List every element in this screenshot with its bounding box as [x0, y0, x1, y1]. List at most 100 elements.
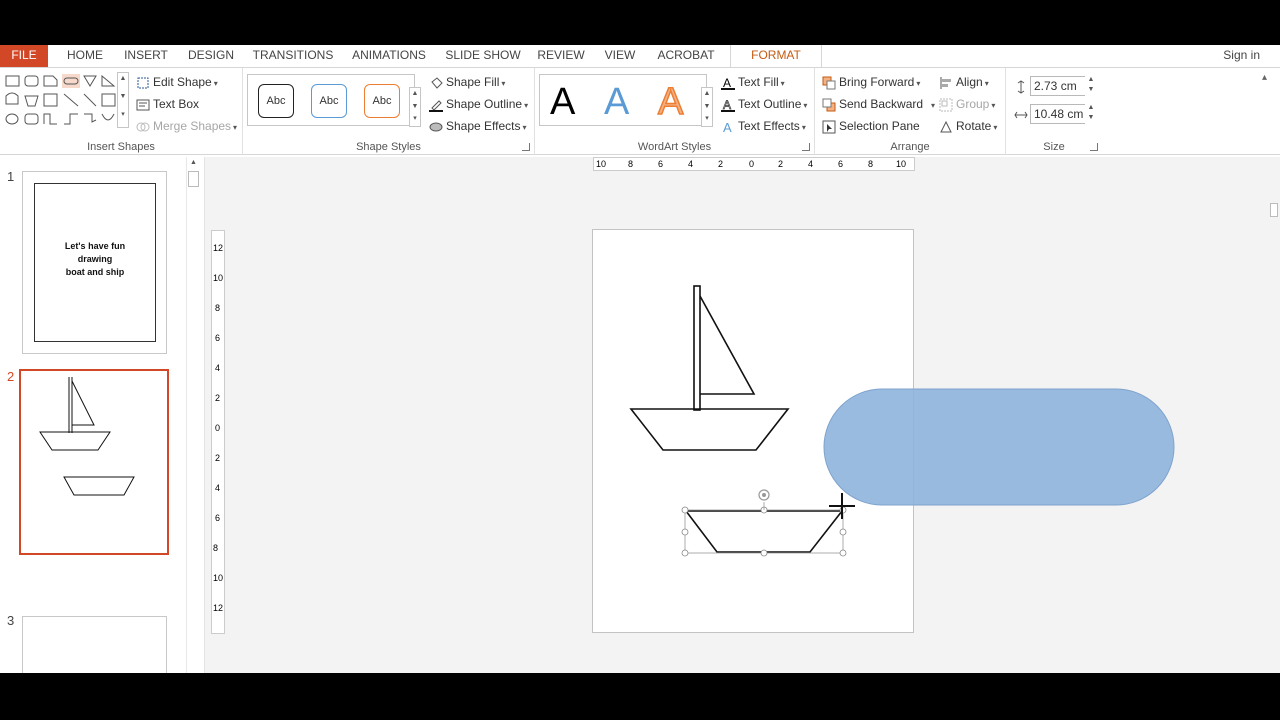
svg-text:A: A [723, 76, 731, 90]
shape-style-black[interactable]: Abc [258, 84, 294, 118]
rotate-icon [939, 120, 953, 134]
wordart-gallery[interactable]: A A A [539, 74, 707, 126]
text-outline-icon: A [721, 97, 735, 112]
tab-transitions[interactable]: TRANSITIONS [252, 45, 334, 67]
send-backward-button[interactable]: Send Backward ▾ [822, 94, 935, 114]
shape-fill-label: Shape Fill [446, 75, 500, 89]
height-icon [1014, 80, 1028, 94]
group-label: Group [956, 97, 990, 111]
paint-bucket-icon [429, 76, 443, 90]
text-fill-icon: A [721, 76, 735, 90]
slide-number: 3 [7, 613, 15, 628]
edit-shape-label: Edit Shape [153, 75, 212, 89]
ruler-tick: 2 [215, 393, 221, 403]
tab-acrobat[interactable]: ACROBAT [655, 45, 717, 67]
ruler-tick: 10 [213, 573, 224, 583]
selection-pane-button[interactable]: Selection Pane [822, 116, 920, 136]
shape-effects-label: Shape Effects [446, 119, 521, 133]
group-button[interactable]: Group ▾ [939, 94, 995, 114]
selection-pane-icon [822, 120, 836, 134]
thumbnail-scrollbar[interactable]: ▲ [186, 157, 200, 673]
tab-insert[interactable]: INSERT [122, 45, 170, 67]
wordart-style-orange[interactable]: A [657, 80, 684, 124]
ruler-tick: 0 [749, 159, 755, 169]
slide-number: 2 [7, 369, 15, 384]
ruler-tick: 6 [838, 159, 844, 169]
height-spinner[interactable]: ▲ ▼ [1085, 76, 1097, 96]
tab-review[interactable]: REVIEW [536, 45, 586, 67]
shape-styles-launcher-icon[interactable] [522, 143, 530, 151]
shape-style-scroll[interactable]: ▲ ▼ ▾ [409, 87, 421, 127]
tab-file[interactable]: FILE [0, 45, 48, 67]
editor-scrollbar[interactable] [1270, 157, 1280, 673]
ruler-tick: 2 [718, 159, 724, 169]
shape-style-gallery[interactable]: Abc Abc Abc [247, 74, 415, 126]
tab-home[interactable]: HOME [62, 45, 108, 67]
shape-style-blue[interactable]: Abc [311, 84, 347, 118]
scroll-thumb[interactable] [188, 171, 199, 187]
align-button[interactable]: Align ▾ [939, 72, 989, 92]
text-outline-button[interactable]: A Text Outline ▾ [721, 94, 807, 114]
scroll-up-icon[interactable]: ▲ [188, 159, 199, 169]
slide-canvas[interactable] [592, 229, 914, 633]
ribbon-tab-bar: FILE HOME INSERT DESIGN TRANSITIONS ANIM… [0, 45, 1280, 67]
ruler-tick: 8 [868, 159, 874, 169]
tab-animations[interactable]: ANIMATIONS [349, 45, 429, 67]
text-box-label: Text Box [153, 97, 200, 111]
width-spinner[interactable]: ▲ ▼ [1085, 104, 1097, 124]
merge-shapes-label: Merge Shapes [153, 119, 232, 133]
thumb-title-line: Let's have fun [64, 241, 126, 251]
shape-style-orange[interactable]: Abc [364, 84, 400, 118]
shape-gallery-scroll[interactable]: ▲ ▼ ▾ [117, 72, 129, 128]
text-effects-button[interactable]: A Text Effects ▾ [721, 116, 806, 136]
ribbon-scroll-icon[interactable]: ▴ [1262, 72, 1267, 83]
ribbon: ▲ ▼ ▾ Edit Shape ▾ Text Box Merge Shapes ▾ I… [0, 67, 1280, 155]
tab-design[interactable]: DESIGN [186, 45, 236, 67]
ruler-tick: 4 [215, 363, 221, 373]
bring-forward-button[interactable]: Bring Forward ▾ [822, 72, 920, 92]
bring-forward-icon [822, 76, 836, 90]
wordart-style-blue[interactable]: A [604, 81, 629, 124]
slide-thumbnail-3[interactable] [22, 616, 167, 673]
text-box-button[interactable]: Text Box [136, 94, 199, 114]
sign-in-link[interactable]: Sign in [1223, 45, 1260, 65]
ruler-tick: 6 [658, 159, 664, 169]
shape-gallery[interactable] [2, 72, 130, 130]
ruler-tick: 6 [215, 333, 221, 343]
editor-scroll-thumb[interactable] [1270, 203, 1278, 217]
svg-text:A: A [723, 98, 731, 112]
thumb-title-line: boat and ship [65, 267, 125, 277]
wordart-group-label: WordArt Styles [637, 141, 712, 153]
shape-outline-button[interactable]: Shape Outline ▾ [429, 94, 528, 114]
send-backward-icon [822, 98, 836, 112]
slide-thumbnail-1[interactable]: Let's have fun drawing boat and ship [22, 171, 167, 354]
slide-thumbnail-panel: 1 Let's have fun drawing boat and ship 2 [0, 157, 205, 673]
thumb-title-line: drawing [77, 254, 113, 264]
rotate-button[interactable]: Rotate ▾ [939, 116, 997, 136]
tab-view[interactable]: VIEW [601, 45, 639, 67]
text-fill-label: Text Fill [738, 75, 779, 89]
tab-format[interactable]: FORMAT [730, 45, 822, 67]
edit-shape-button[interactable]: Edit Shape ▾ [136, 72, 218, 92]
width-icon [1014, 108, 1028, 122]
text-outline-label: Text Outline [738, 97, 802, 111]
text-box-icon [136, 98, 150, 112]
svg-text:A: A [723, 120, 732, 134]
group-arrange: Bring Forward ▾ Send Backward ▾ Selection … [815, 68, 1006, 155]
align-icon [939, 76, 953, 90]
wordart-style-black[interactable]: A [550, 81, 575, 124]
merge-shapes-button[interactable]: Merge Shapes ▾ [136, 116, 237, 136]
insert-shapes-group-label: Insert Shapes [87, 141, 155, 153]
slide-number: 1 [7, 169, 15, 184]
tab-slide-show[interactable]: SLIDE SHOW [445, 45, 521, 67]
bring-forward-label: Bring Forward [839, 75, 915, 89]
text-fill-button[interactable]: A Text Fill ▾ [721, 72, 785, 92]
slide-thumbnail-2[interactable] [19, 369, 169, 555]
wordart-scroll[interactable]: ▲ ▼ ▾ [701, 87, 713, 127]
merge-shapes-icon [136, 120, 150, 134]
shape-fill-button[interactable]: Shape Fill ▾ [429, 72, 505, 92]
slide-editor: 10 8 6 4 2 0 2 4 6 8 10 12 10 8 6 4 2 0 … [205, 157, 1280, 673]
shape-effects-button[interactable]: Shape Effects ▾ [429, 116, 527, 136]
size-launcher-icon[interactable] [1090, 143, 1098, 151]
wordart-launcher-icon[interactable] [802, 143, 810, 151]
